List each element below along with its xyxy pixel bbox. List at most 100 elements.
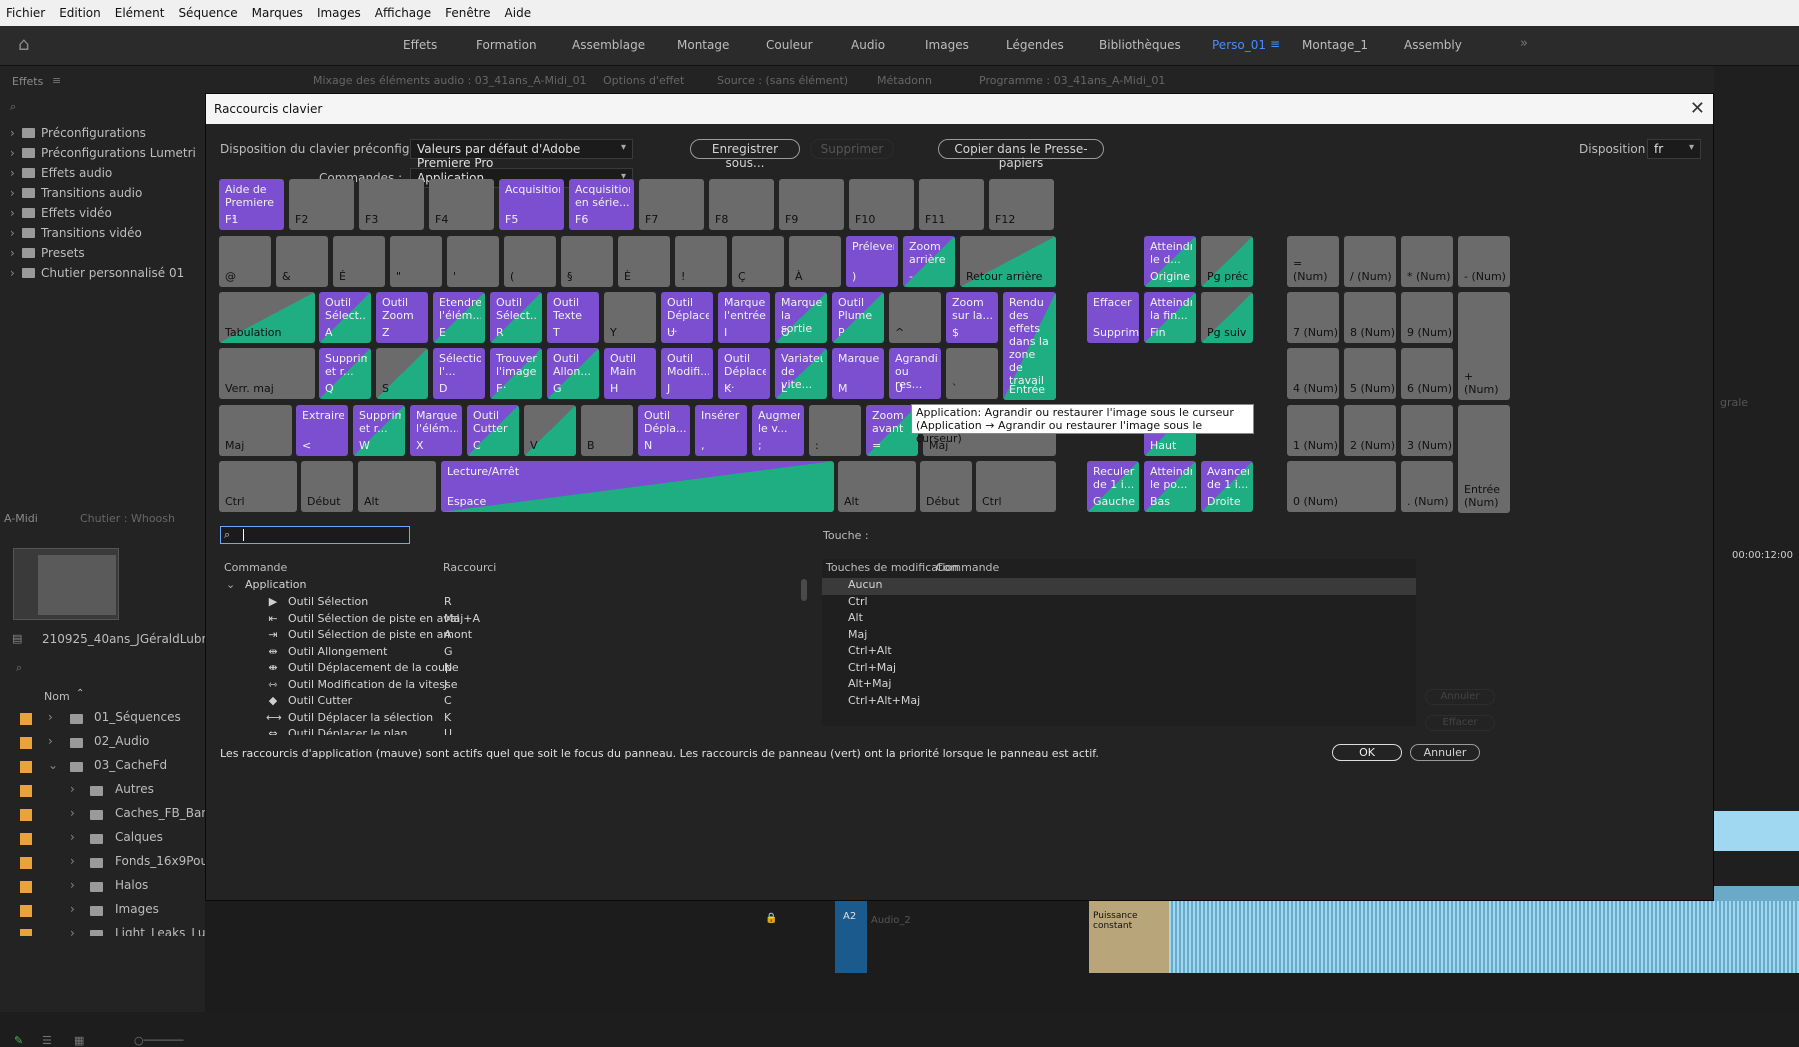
home-icon[interactable]: ⌂ — [18, 34, 29, 55]
key[interactable]: Alt — [838, 461, 916, 512]
key[interactable]: Outil Sélect... A — [319, 292, 371, 343]
list-item[interactable]: › Images — [0, 900, 205, 921]
key[interactable]: Prélever) — [846, 236, 898, 287]
key[interactable]: F3 — [359, 179, 424, 230]
workspace-tab[interactable]: Audio — [851, 38, 885, 52]
key[interactable]: Marquer la sortie O — [775, 292, 827, 343]
layout-select[interactable]: fr ▾ — [1647, 139, 1701, 159]
shortcut-value[interactable]: A — [444, 628, 452, 641]
tree-item[interactable]: › Préconfigurations Lumetri — [10, 146, 196, 160]
undo-button[interactable]: Annuler — [1425, 689, 1495, 705]
pencil-icon[interactable]: ✎ — [14, 1034, 23, 1047]
search-icon[interactable]: ⌕ — [16, 661, 22, 675]
menu-images[interactable]: Images — [317, 6, 361, 20]
menu-fichier[interactable]: Fichier — [6, 6, 45, 20]
key[interactable]: 0 (Num) — [1287, 461, 1396, 512]
key[interactable]: Atteindre le po... Bas — [1144, 461, 1196, 512]
zoom-slider[interactable]: ○────── — [134, 1034, 183, 1047]
key[interactable]: . (Num) — [1401, 461, 1453, 512]
key[interactable]: ` — [946, 348, 998, 399]
tree-item[interactable]: › Chutier personnalisé 01 — [10, 266, 184, 280]
list-item[interactable]: › 01_Séquences — [0, 708, 205, 729]
workspace-menu-icon[interactable]: ≡ — [1270, 37, 1280, 51]
column-name-header[interactable]: Nom — [44, 690, 70, 703]
group-row[interactable]: ⌄ Application — [220, 578, 800, 595]
key[interactable]: + (Num) — [1458, 292, 1510, 400]
column-command-header[interactable]: Commande — [224, 561, 287, 574]
key[interactable]: Acquisition... F5 — [499, 179, 564, 230]
panel-tab[interactable]: Métadonn — [877, 74, 932, 87]
key[interactable]: 2 (Num) — [1344, 405, 1396, 456]
list-item[interactable]: › Fonds_16x9Pour4 — [0, 852, 221, 873]
key[interactable]: 8 (Num) — [1344, 292, 1396, 343]
key[interactable]: F2 — [289, 179, 354, 230]
key[interactable]: À — [789, 236, 841, 287]
key[interactable]: Augmenter le v...; — [752, 405, 804, 456]
menu-element[interactable]: Elément — [115, 6, 165, 20]
key[interactable]: Marquer l'entrée I — [718, 292, 770, 343]
key[interactable]: Rendu des effets dans la zone de travail… — [1003, 292, 1056, 400]
list-view-icon[interactable]: ☰ — [42, 1034, 52, 1047]
key[interactable]: B — [581, 405, 633, 456]
key[interactable]: 1 (Num) — [1287, 405, 1339, 456]
modifier-row[interactable]: Ctrl+Alt+Maj — [822, 694, 1416, 711]
workspace-tab[interactable]: Légendes — [1006, 38, 1064, 52]
key[interactable]: Effacer Supprimer — [1087, 292, 1139, 343]
key[interactable]: 7 (Num) — [1287, 292, 1339, 343]
menu-edition[interactable]: Edition — [59, 6, 101, 20]
key[interactable]: Outil Sélect... R — [490, 292, 542, 343]
tree-item[interactable]: › Préconfigurations — [10, 126, 146, 140]
menu-sequence[interactable]: Séquence — [178, 6, 237, 20]
key[interactable]: É — [333, 236, 385, 287]
key[interactable]: ' — [447, 236, 499, 287]
table-row[interactable]: ⇔ Outil Déplacer le plan U — [220, 727, 800, 735]
tree-item[interactable]: › Transitions audio — [10, 186, 142, 200]
key[interactable]: Reculer de 1 i... Gauche — [1087, 461, 1139, 512]
key[interactable]: ( — [504, 236, 556, 287]
lock-icon[interactable]: 🔒 — [765, 913, 777, 924]
tree-item[interactable]: › Presets — [10, 246, 85, 260]
key[interactable]: Trouver l'image ... F — [490, 348, 542, 399]
list-item[interactable]: ›Light_Leaks_Lueurs — [0, 924, 205, 936]
key[interactable]: Début — [920, 461, 972, 512]
key[interactable]: Maj — [219, 405, 292, 456]
key[interactable]: 5 (Num) — [1344, 348, 1396, 399]
key[interactable]: Outil Dépla... N — [638, 405, 690, 456]
key[interactable]: F11 — [919, 179, 984, 230]
table-row[interactable]: ◆ Outil Cutter C — [220, 694, 800, 711]
key[interactable]: : — [809, 405, 861, 456]
key[interactable]: Y — [604, 292, 656, 343]
panel-tab[interactable]: Programme : 03_41ans_A-Midi_01 — [979, 74, 1165, 87]
transition-clip[interactable]: Puissance constant — [1089, 901, 1169, 973]
cancel-button[interactable]: Annuler — [1410, 744, 1480, 761]
key[interactable]: Agrandir ou res...Ù — [889, 348, 941, 399]
modifier-row[interactable]: Alt — [822, 611, 1416, 628]
key[interactable]: S — [376, 348, 428, 399]
shortcut-value[interactable]: N — [444, 661, 452, 674]
ok-button[interactable]: OK — [1332, 744, 1402, 761]
list-item[interactable]: › Autres — [0, 780, 205, 801]
modifier-row[interactable]: Ctrl+Maj — [822, 661, 1416, 678]
key[interactable]: Supprimer et r... W — [353, 405, 405, 456]
panel-title[interactable]: Effets — [12, 75, 43, 88]
close-icon[interactable]: ✕ — [1690, 98, 1705, 119]
key[interactable]: = (Num) — [1287, 236, 1339, 287]
key[interactable]: Marquer l'élém... X — [410, 405, 462, 456]
audio-clip[interactable] — [1714, 811, 1799, 851]
key[interactable]: - (Num) — [1458, 236, 1510, 287]
search-icon[interactable]: ⌕ — [10, 100, 16, 114]
table-row[interactable]: ⇥ Outil Sélection de piste en amont A — [220, 628, 800, 645]
table-row[interactable]: ⇿ Outil Modification de la vitesse J — [220, 678, 800, 695]
workspace-tab[interactable]: Formation — [476, 38, 537, 52]
workspace-tab[interactable]: Montage — [677, 38, 729, 52]
key[interactable]: Acquisition en série... F6 — [569, 179, 634, 230]
modifier-row[interactable]: Ctrl — [822, 595, 1416, 612]
key[interactable]: Atteindre la fin... Fin — [1144, 292, 1196, 343]
list-item[interactable]: › Calques — [0, 828, 205, 849]
key[interactable]: Outil Texte T — [547, 292, 599, 343]
key[interactable]: Extraire < — [296, 405, 348, 456]
key[interactable]: Variateur de vite...L — [775, 348, 827, 399]
panel-tab[interactable]: Options d'effet — [603, 74, 684, 87]
key[interactable]: Verr. maj — [219, 348, 315, 399]
more-workspaces-icon[interactable]: » — [1520, 36, 1528, 51]
